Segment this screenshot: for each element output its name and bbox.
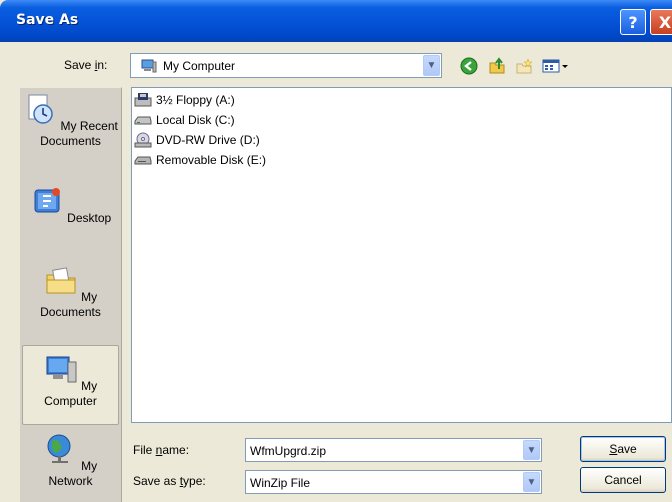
- list-item[interactable]: Removable Disk (E:): [134, 151, 266, 169]
- place-desktop[interactable]: Desktop: [22, 184, 119, 226]
- floppy-drive-icon: [134, 93, 152, 107]
- title-bar[interactable]: Save As ? X: [0, 0, 672, 42]
- place-my-computer[interactable]: My Computer: [22, 345, 119, 425]
- back-icon[interactable]: [459, 56, 479, 76]
- save-in-label: Save in:: [64, 58, 108, 72]
- save-button[interactable]: Save: [580, 436, 666, 462]
- save-in-dropdown[interactable]: My Computer ▼: [130, 53, 442, 78]
- new-folder-icon[interactable]: [514, 56, 534, 76]
- file-list[interactable]: 3½ Floppy (A:) Local Disk (C:) DVD-RW Dr…: [131, 87, 672, 423]
- file-name-input[interactable]: WfmUpgrd.zip ▼: [245, 438, 542, 462]
- save-in-value: My Computer: [163, 59, 236, 73]
- close-button[interactable]: X: [650, 9, 672, 35]
- my-computer-icon: [46, 356, 77, 383]
- list-item[interactable]: DVD-RW Drive (D:): [134, 131, 260, 149]
- views-menu-icon[interactable]: [541, 56, 571, 76]
- list-item-label: Removable Disk (E:): [156, 153, 267, 167]
- help-button[interactable]: ?: [620, 9, 646, 35]
- up-folder-icon[interactable]: [487, 56, 507, 76]
- my-computer-small-icon: [141, 59, 157, 73]
- chevron-down-icon[interactable]: ▼: [523, 440, 540, 460]
- save-as-type-dropdown[interactable]: WinZip File ▼: [245, 470, 542, 494]
- place-my-documents[interactable]: My Documents: [22, 263, 119, 320]
- place-label: Desktop: [67, 211, 112, 225]
- cancel-button[interactable]: Cancel: [580, 467, 666, 493]
- list-item[interactable]: Local Disk (C:): [134, 111, 235, 129]
- file-name-value: WfmUpgrd.zip: [250, 444, 327, 458]
- dvd-drive-icon: [134, 132, 152, 148]
- chevron-down-icon[interactable]: ▼: [523, 472, 540, 492]
- list-item-label: 3½ Floppy (A:): [156, 93, 235, 107]
- hard-disk-icon: [134, 116, 152, 125]
- save-as-type-label: Save as type:: [133, 474, 206, 488]
- chevron-down-icon[interactable]: ▼: [423, 55, 440, 76]
- list-item-label: DVD-RW Drive (D:): [156, 133, 260, 147]
- recent-documents-icon: [28, 94, 53, 124]
- desktop-icon: [34, 188, 60, 213]
- list-item[interactable]: 3½ Floppy (A:): [134, 91, 235, 109]
- removable-disk-icon: [134, 156, 152, 165]
- file-name-label: File name:: [133, 443, 190, 457]
- list-item-label: Local Disk (C:): [156, 113, 235, 127]
- my-documents-icon: [46, 267, 76, 294]
- place-my-network[interactable]: My Network: [22, 432, 119, 489]
- places-bar: My Recent Documents Desktop My Documents…: [19, 87, 122, 502]
- my-network-icon: [47, 434, 71, 463]
- place-my-recent-documents[interactable]: My Recent Documents: [22, 92, 119, 149]
- save-as-type-value: WinZip File: [250, 476, 311, 490]
- window-title: Save As: [16, 12, 79, 28]
